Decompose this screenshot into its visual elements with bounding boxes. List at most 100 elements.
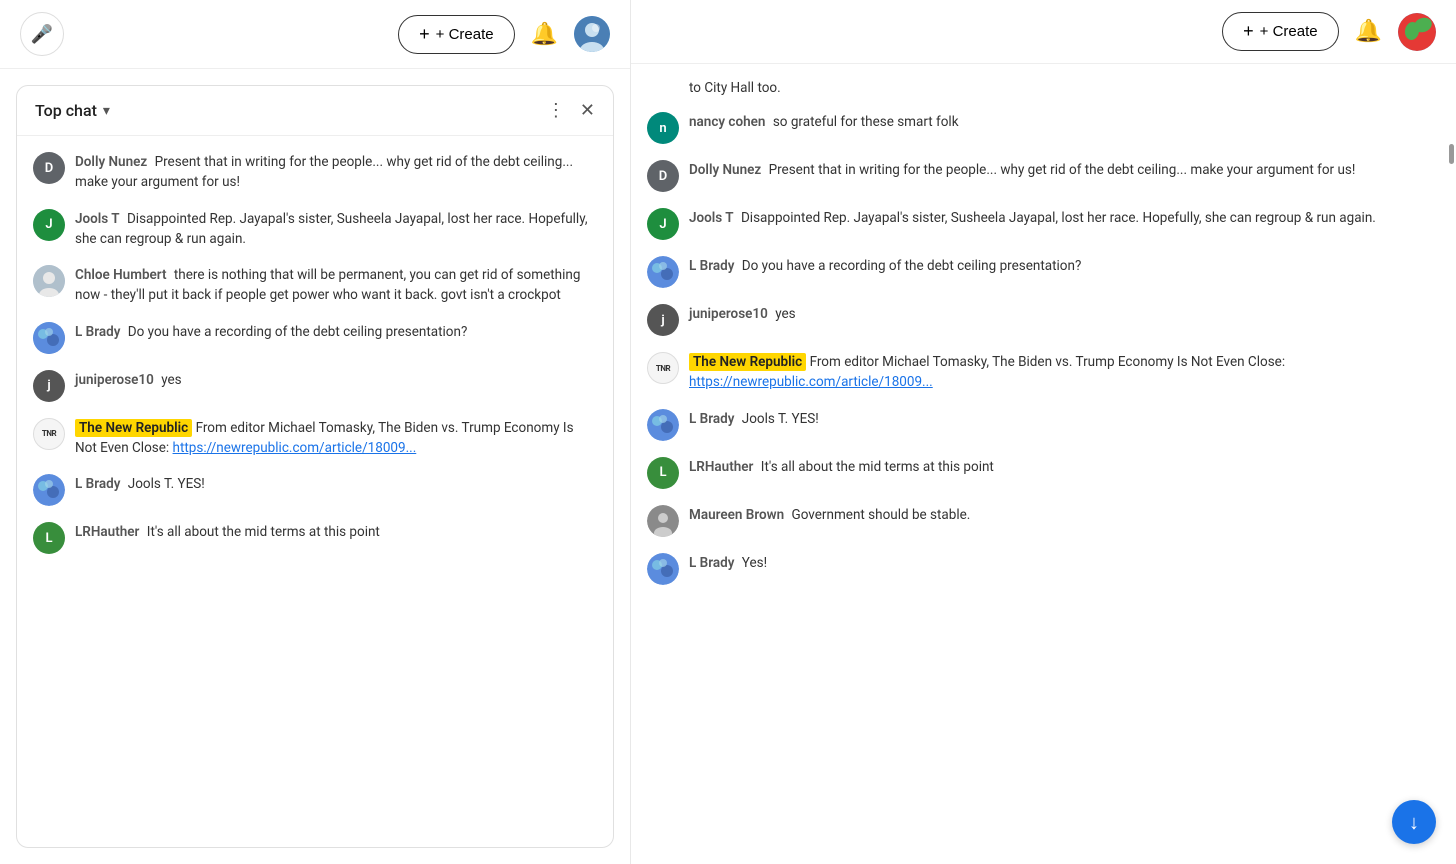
avatar: D — [33, 152, 65, 184]
avatar: j — [647, 304, 679, 336]
message-content: L Brady Do you have a recording of the d… — [75, 322, 597, 342]
message-username: Dolly Nunez — [75, 154, 147, 170]
message-row: Maureen Brown Government should be stabl… — [647, 499, 1440, 543]
chat-panel-left: Top chat ▾ ⋮ ✕ D Dolly Nunez Present tha… — [16, 85, 614, 848]
avatar: TNR — [647, 352, 679, 384]
message-text: Present that in writing for the people..… — [769, 162, 1356, 178]
message-content: juniperose10 yes — [689, 304, 1440, 324]
article-link[interactable]: https://newrepublic.com/article/18009... — [173, 440, 417, 456]
message-row: L Brady Do you have a recording of the d… — [33, 316, 597, 360]
top-bar-left: 🎤 + + Create 🔔 — [0, 0, 630, 69]
avatar — [647, 409, 679, 441]
chat-messages-left: D Dolly Nunez Present that in writing fo… — [17, 136, 613, 847]
message-text: Government should be stable. — [792, 507, 971, 523]
message-content: juniperose10 yes — [75, 370, 597, 390]
message-content: LRHauther It's all about the mid terms a… — [689, 457, 1440, 477]
message-row: L Brady Jools T. YES! — [33, 468, 597, 512]
new-republic-badge-right: The New Republic — [689, 353, 806, 371]
message-text: From editor Michael Tomasky, The Biden v… — [810, 354, 1286, 370]
chat-header-title[interactable]: Top chat ▾ — [35, 101, 110, 120]
message-content: The New Republic From editor Michael Tom… — [689, 352, 1440, 393]
message-username: L Brady — [75, 476, 120, 492]
create-label-right: + Create — [1260, 23, 1318, 40]
avatar: n — [647, 112, 679, 144]
article-link-right[interactable]: https://newrepublic.com/article/18009... — [689, 374, 933, 390]
create-button-right[interactable]: + + Create — [1222, 12, 1338, 51]
scroll-to-bottom-button[interactable]: ↓ — [1392, 800, 1436, 844]
message-username: Maureen Brown — [689, 507, 784, 523]
avatar — [647, 553, 679, 585]
close-icon[interactable]: ✕ — [580, 100, 595, 121]
message-username: L Brady — [689, 555, 734, 571]
user-avatar-left[interactable] — [574, 16, 610, 52]
message-username: Jools T — [689, 210, 734, 226]
plus-icon-right: + — [1243, 21, 1254, 42]
message-text: Do you have a recording of the debt ceil… — [128, 324, 468, 340]
message-username: juniperose10 — [689, 306, 768, 322]
message-content: Jools T Disappointed Rep. Jayapal's sist… — [75, 209, 597, 250]
plus-icon: + — [419, 24, 430, 45]
mic-button[interactable]: 🎤 — [20, 12, 64, 56]
avatar: J — [647, 208, 679, 240]
create-button-left[interactable]: + + Create — [398, 15, 514, 54]
message-content: The New Republic From editor Michael Tom… — [75, 418, 597, 459]
message-username: LRHauther — [689, 459, 753, 475]
message-row: TNR The New Republic From editor Michael… — [33, 412, 597, 465]
message-row: L LRHauther It's all about the mid terms… — [647, 451, 1440, 495]
chat-messages-right: to City Hall too. n nancy cohen so grate… — [631, 64, 1456, 864]
avatar — [33, 474, 65, 506]
message-content: Maureen Brown Government should be stabl… — [689, 505, 1440, 525]
message-text: so grateful for these smart folk — [773, 114, 959, 130]
message-content: nancy cohen so grateful for these smart … — [689, 112, 1440, 132]
avatar: j — [33, 370, 65, 402]
message-text: Yes! — [742, 555, 767, 571]
message-text: Jools T. YES! — [128, 476, 205, 492]
message-content: Chloe Humbert there is nothing that will… — [75, 265, 597, 306]
message-row: TNR The New Republic From editor Michael… — [647, 346, 1440, 399]
message-row: n nancy cohen so grateful for these smar… — [647, 106, 1440, 150]
chevron-down-icon: ▾ — [103, 103, 110, 119]
message-text: Present that in writing for the people..… — [75, 154, 573, 190]
message-content: LRHauther It's all about the mid terms a… — [75, 522, 597, 542]
bell-icon-left[interactable]: 🔔 — [531, 22, 558, 47]
message-text: Disappointed Rep. Jayapal's sister, Sush… — [741, 210, 1376, 226]
avatar: L — [33, 522, 65, 554]
message-username: L Brady — [75, 324, 120, 340]
partial-message: to City Hall too. — [647, 74, 1440, 102]
avatar — [33, 322, 65, 354]
message-row: J Jools T Disappointed Rep. Jayapal's si… — [33, 203, 597, 256]
message-text: It's all about the mid terms at this poi… — [761, 459, 994, 475]
message-username: juniperose10 — [75, 372, 154, 388]
message-row: L Brady Do you have a recording of the d… — [647, 250, 1440, 294]
message-username: L Brady — [689, 258, 734, 274]
avatar: J — [33, 209, 65, 241]
message-username: nancy cohen — [689, 114, 765, 130]
message-row: J Jools T Disappointed Rep. Jayapal's si… — [647, 202, 1440, 246]
message-content: L Brady Jools T. YES! — [689, 409, 1440, 429]
message-row: j juniperose10 yes — [33, 364, 597, 408]
message-username: LRHauther — [75, 524, 139, 540]
chat-header-actions: ⋮ ✕ — [547, 100, 595, 121]
avatar: TNR — [33, 418, 65, 450]
message-username: Jools T — [75, 211, 120, 227]
more-options-icon[interactable]: ⋮ — [547, 100, 566, 121]
message-content: Dolly Nunez Present that in writing for … — [689, 160, 1440, 180]
message-row: j juniperose10 yes — [647, 298, 1440, 342]
message-text: yes — [775, 306, 795, 322]
new-republic-badge: The New Republic — [75, 419, 192, 437]
message-text: Do you have a recording of the debt ceil… — [742, 258, 1082, 274]
user-avatar-right[interactable] — [1398, 13, 1436, 51]
message-content: L Brady Yes! — [689, 553, 1440, 573]
avatar — [647, 505, 679, 537]
avatar — [33, 265, 65, 297]
message-row: L Brady Jools T. YES! — [647, 403, 1440, 447]
scrollbar-indicator — [1449, 144, 1454, 164]
message-content: L Brady Do you have a recording of the d… — [689, 256, 1440, 276]
left-panel: 🎤 + + Create 🔔 Top chat ▾ ⋮ ✕ — [0, 0, 630, 864]
top-chat-label: Top chat — [35, 101, 97, 120]
message-text: Disappointed Rep. Jayapal's sister, Sush… — [75, 211, 588, 247]
create-label-left: + Create — [436, 26, 494, 43]
message-text: Jools T. YES! — [742, 411, 819, 427]
avatar: L — [647, 457, 679, 489]
bell-icon-right[interactable]: 🔔 — [1355, 19, 1382, 44]
